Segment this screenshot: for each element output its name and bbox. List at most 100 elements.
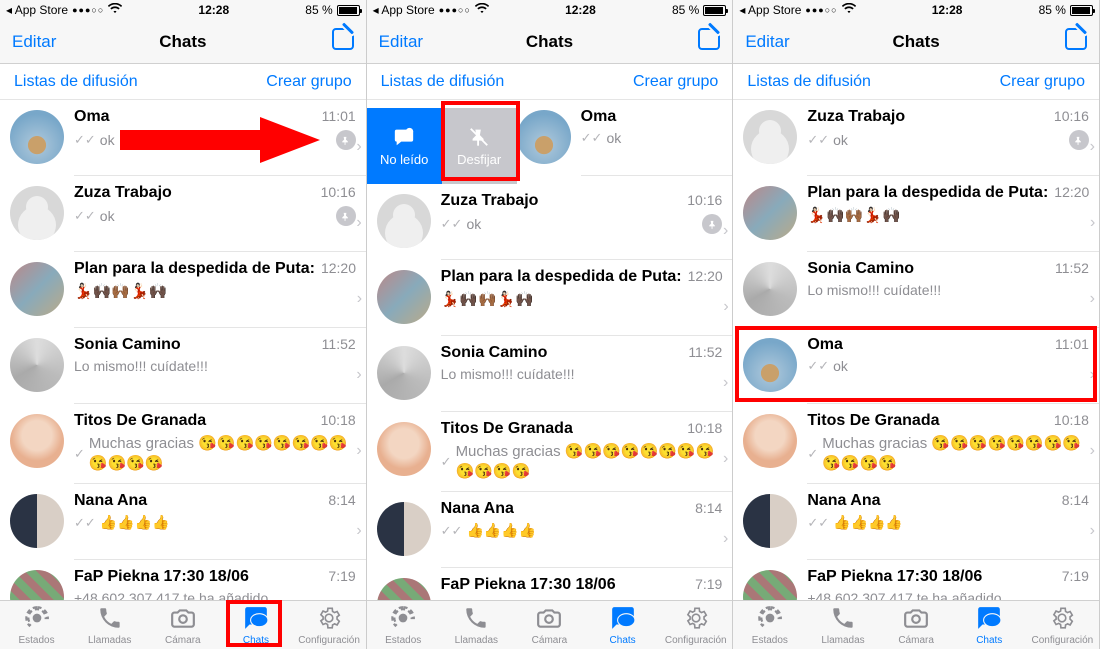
tab-camara[interactable]: Cámara [146,601,219,649]
chat-row[interactable]: Titos De Granada 10:18 ✓ Muchas gracias … [367,412,733,492]
double-check-icon: ✓✓ [441,523,463,539]
tab-label: Cámara [898,635,934,646]
tab-chats[interactable]: Chats [953,601,1026,649]
compose-icon [698,28,720,50]
chat-row[interactable]: FaP Piekna 17:30 18/06 7:19 +48 602 307 … [0,560,366,600]
tab-bar: Estados Llamadas Cámara Chats Configurac… [0,600,366,649]
chat-row[interactable]: No leído Desfijar Oma ✓✓ ok [367,100,733,184]
chat-time: 8:14 [695,500,722,516]
chevron-icon [1090,598,1095,600]
tab-label: Chats [976,635,1002,646]
battery-icon [703,5,726,16]
chat-row[interactable]: FaP Piekna 17:30 18/06 7:19 +48 602 307 … [733,560,1099,600]
tab-bar: Estados Llamadas Cámara Chats Configurac… [733,600,1099,649]
tab-estados[interactable]: Estados [367,601,440,649]
avatar [743,110,797,164]
chat-row[interactable]: Plan para la despedida de Puta: 12:20 💃🏻… [367,260,733,336]
back-to-app[interactable]: ◂ App Store [6,3,68,17]
tab-estados[interactable]: Estados [733,601,806,649]
double-check-icon: ✓✓ [807,358,829,374]
clock: 12:28 [489,3,672,17]
tab-camara-icon [903,605,929,634]
tab-estados-icon [390,605,416,634]
chat-row[interactable]: Oma 11:01 ✓✓ ok [733,328,1099,404]
edit-button[interactable]: Editar [745,32,789,52]
chat-list[interactable]: Oma 11:01 ✓✓ ok Zuza Trabajo 10:16 ✓✓ ok [0,100,366,600]
tab-chats[interactable]: Chats [586,601,659,649]
chat-row[interactable]: Plan para la despedida de Puta: 12:20 💃🏻… [0,252,366,328]
chat-name: Nana Ana [74,492,328,510]
battery-percent: 85 % [1039,3,1066,17]
new-group-link[interactable]: Crear grupo [266,73,351,91]
tab-label: Cámara [165,635,201,646]
chat-row[interactable]: Sonia Camino 11:52 Lo mismo!!! cuídate!!… [367,336,733,412]
tab-chats[interactable]: Chats [219,601,292,649]
tab-camara[interactable]: Cámara [513,601,586,649]
swipe-unread-button[interactable]: No leído [367,108,442,184]
chat-time: 11:01 [1055,336,1089,352]
chat-row[interactable]: Oma 11:01 ✓✓ ok [0,100,366,176]
double-check-icon: ✓✓ [74,208,96,224]
chat-name: Plan para la despedida de Puta: [74,260,321,278]
chat-preview: 💃🏻🙌🏿🙌🏾💃🏻🙌🏿 [807,206,1089,226]
wifi-icon [108,3,122,17]
avatar [10,494,64,548]
tab-chats-icon [243,605,269,634]
chevron-icon [723,530,728,548]
chevron-icon [356,598,361,600]
back-to-app[interactable]: ◂ App Store [739,3,801,17]
chat-row[interactable]: Titos De Granada 10:18 ✓ Muchas gracias … [733,404,1099,484]
battery-icon [1070,5,1093,16]
chevron-icon [723,298,728,316]
tab-camara[interactable]: Cámara [880,601,953,649]
tab-estados[interactable]: Estados [0,601,73,649]
chat-row[interactable]: Titos De Granada 10:18 ✓ Muchas gracias … [0,404,366,484]
chat-name: Nana Ana [807,492,1061,510]
tab-configuracion[interactable]: Configuración [1026,601,1099,649]
chevron-icon [356,442,361,460]
tab-llamadas[interactable]: Llamadas [806,601,879,649]
broadcast-lists-link[interactable]: Listas de difusión [14,73,138,91]
compose-button[interactable] [332,28,354,55]
chat-row[interactable]: Plan para la despedida de Puta: 12:20 💃🏻… [733,176,1099,252]
new-group-link[interactable]: Crear grupo [633,73,718,91]
nav-bar: Editar Chats [0,20,366,64]
compose-button[interactable] [698,28,720,55]
broadcast-lists-link[interactable]: Listas de difusión [381,73,505,91]
chat-row[interactable]: Sonia Camino 11:52 Lo mismo!!! cuídate!!… [0,328,366,404]
edit-button[interactable]: Editar [379,32,423,52]
tab-llamadas[interactable]: Llamadas [73,601,146,649]
chat-row[interactable]: Zuza Trabajo 10:16 ✓✓ ok [367,184,733,260]
chat-row[interactable]: Sonia Camino 11:52 Lo mismo!!! cuídate!!… [733,252,1099,328]
chat-preview: Muchas gracias 😘😘😘😘😘😘😘😘😘😘😘😘 [89,434,356,473]
tab-llamadas[interactable]: Llamadas [440,601,513,649]
chat-name: Zuza Trabajo [441,192,688,210]
chevron-icon [357,290,362,308]
compose-button[interactable] [1065,28,1087,55]
chat-row[interactable]: Zuza Trabajo 10:16 ✓✓ ok [733,100,1099,176]
chat-list[interactable]: No leído Desfijar Oma ✓✓ ok [367,100,733,600]
chat-row[interactable]: Nana Ana 8:14 ✓✓ 👍👍👍👍 [367,492,733,568]
chat-row[interactable]: Nana Ana 8:14 ✓✓ 👍👍👍👍 [733,484,1099,560]
broadcast-lists-link[interactable]: Listas de difusión [747,73,871,91]
chat-preview: ok [100,208,330,224]
tab-configuracion[interactable]: Configuración [293,601,366,649]
swipe-unpin-button[interactable]: Desfijar [442,108,517,184]
pin-icon [1069,130,1089,150]
chat-row[interactable]: FaP Piekna 17:30 18/06 7:19 +48 602 307 … [367,568,733,600]
chevron-icon [356,138,361,156]
tab-configuracion[interactable]: Configuración [659,601,732,649]
avatar [377,346,431,400]
chat-list[interactable]: Zuza Trabajo 10:16 ✓✓ ok Plan para la de… [733,100,1099,600]
chat-row[interactable]: Nana Ana 8:14 ✓✓ 👍👍👍👍 [0,484,366,560]
avatar [743,186,797,240]
edit-button[interactable]: Editar [12,32,56,52]
avatar [517,110,571,164]
new-group-link[interactable]: Crear grupo [1000,73,1085,91]
back-to-app[interactable]: ◂ App Store [373,3,435,17]
chat-row[interactable]: Zuza Trabajo 10:16 ✓✓ ok [0,176,366,252]
avatar [743,414,797,468]
chat-preview: 💃🏻🙌🏿🙌🏾💃🏻🙌🏿 [74,282,356,302]
tab-label: Estados [385,635,421,646]
tab-label: Llamadas [88,635,131,646]
